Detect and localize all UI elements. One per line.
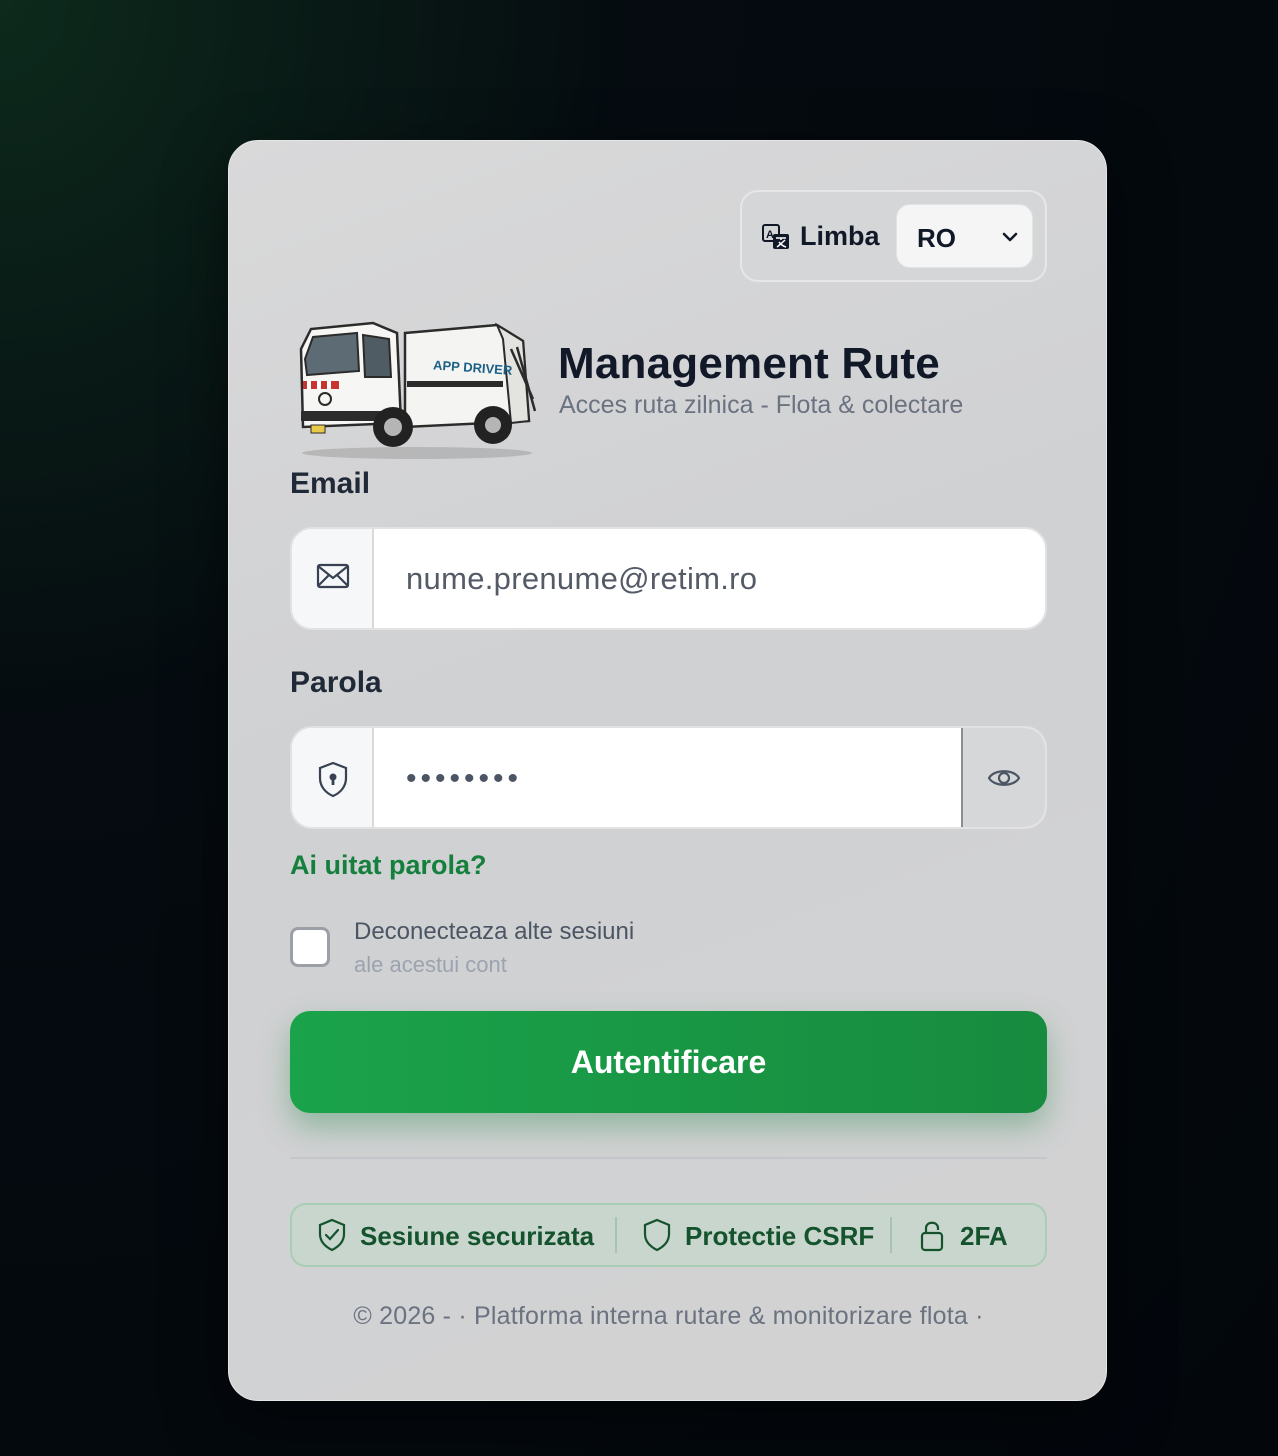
lock-icon <box>920 1221 944 1252</box>
footer-text: © 2026 - · Platforma interna rutare & mo… <box>353 1302 984 1330</box>
eye-icon <box>987 770 1021 786</box>
mail-icon <box>316 563 350 589</box>
email-label: Email <box>290 467 371 500</box>
badge-label: Sesiune securizata <box>360 1221 595 1251</box>
badge-label: Protectie CSRF <box>685 1221 875 1251</box>
page-subtitle: Acces ruta zilnica - Flota & colectare <box>559 391 964 419</box>
login-button-label: Autentificare <box>570 1044 767 1080</box>
security-badges: Sesiune securizata Protectie CSRF 2FA <box>290 1203 1047 1267</box>
badge-label: 2FA <box>960 1221 1008 1251</box>
logout-others-checkbox[interactable] <box>290 927 330 967</box>
password-input[interactable]: •••••••• <box>406 762 522 796</box>
language-dropdown[interactable]: RO <box>896 204 1033 268</box>
logout-others-label: Deconecteaza alte sesiuni <box>354 918 635 945</box>
show-password-button[interactable] <box>961 728 1045 827</box>
language-label: Limba <box>800 221 880 251</box>
language-selector: A Limba RO <box>740 190 1047 282</box>
divider <box>290 1157 1047 1159</box>
badge-separator <box>890 1217 892 1253</box>
email-field[interactable]: nume.prenume@retim.ro <box>290 527 1047 630</box>
forgot-password-link[interactable]: Ai uitat parola? <box>290 850 487 881</box>
password-addon <box>292 728 374 827</box>
shield-icon <box>643 1218 671 1252</box>
logout-others-sublabel: ale acestui cont <box>354 952 507 977</box>
shield-lock-icon <box>318 761 348 798</box>
badge-separator <box>615 1217 617 1253</box>
language-selected-value: RO <box>917 223 956 253</box>
shield-check-icon <box>318 1218 346 1252</box>
email-input[interactable]: nume.prenume@retim.ro <box>406 561 757 597</box>
garbage-truck-logo: APP DRIVER <box>299 321 537 459</box>
login-button[interactable]: Autentificare <box>290 1011 1047 1113</box>
translate-icon: A <box>762 224 789 249</box>
email-addon <box>292 529 374 628</box>
svg-text:A: A <box>766 229 774 241</box>
password-label: Parola <box>290 666 382 699</box>
chevron-down-icon <box>1002 232 1018 242</box>
password-field[interactable]: •••••••• <box>290 726 1047 829</box>
page-title: Management Rute <box>558 339 940 388</box>
login-card: A Limba RO APP DRIVER Management Rute Ac… <box>228 140 1107 1401</box>
